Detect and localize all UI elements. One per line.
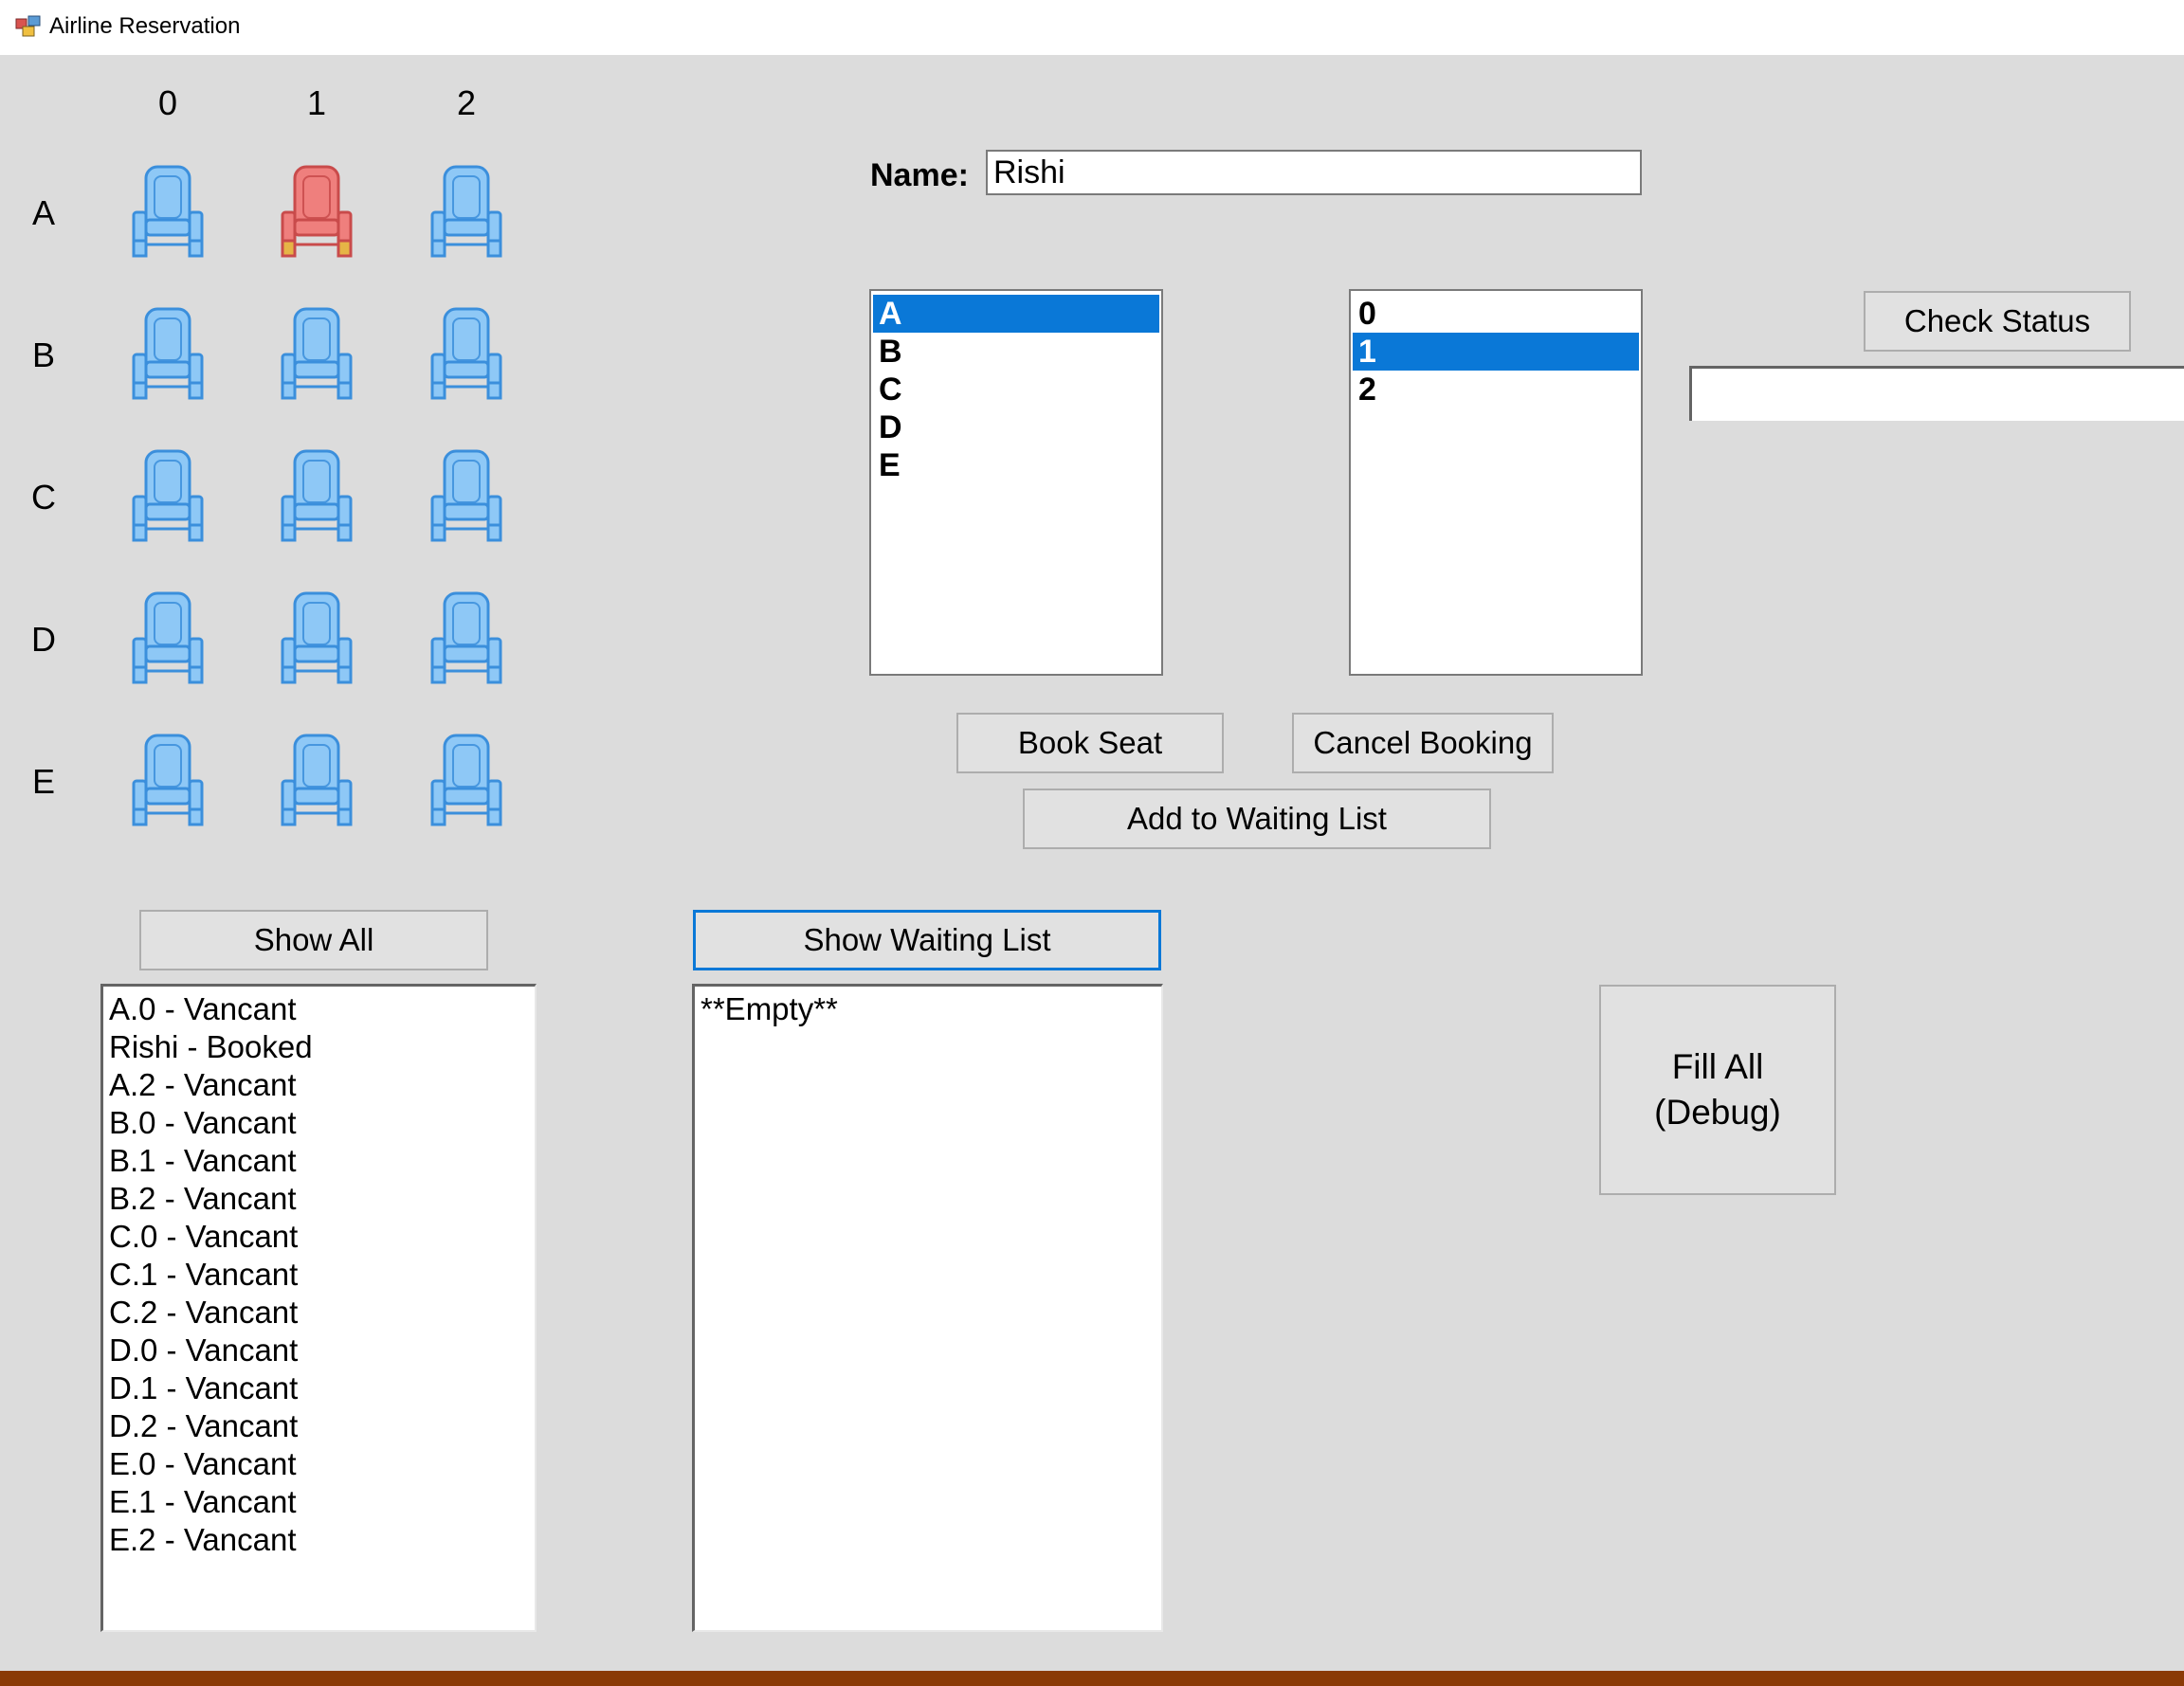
seat-status-listbox[interactable]: A.0 - Vancant Rishi - Booked A.2 - Vancant… bbox=[100, 984, 537, 1632]
seat-icon bbox=[430, 591, 502, 684]
seat-status-item[interactable]: C.0 - Vancant bbox=[107, 1218, 535, 1256]
seat-status-item[interactable]: E.0 - Vancant bbox=[107, 1445, 535, 1483]
seat-B-1-vacant[interactable] bbox=[279, 305, 355, 400]
column-list-item[interactable]: 0 bbox=[1353, 295, 1639, 333]
seat-icon bbox=[430, 307, 502, 400]
seat-icon bbox=[281, 449, 353, 542]
cancel-booking-button[interactable]: Cancel Booking bbox=[1292, 713, 1554, 773]
row-header-C: C bbox=[31, 478, 56, 517]
show-waiting-list-button[interactable]: Show Waiting List bbox=[693, 910, 1161, 970]
seat-E-0-vacant[interactable] bbox=[130, 732, 206, 826]
seat-status-item[interactable]: C.1 - Vancant bbox=[107, 1256, 535, 1294]
row-listbox[interactable]: ABCDE bbox=[869, 289, 1163, 676]
seat-status-item[interactable]: B.1 - Vancant bbox=[107, 1142, 535, 1180]
fill-all-line2: (Debug) bbox=[1654, 1093, 1781, 1132]
seat-A-1-booked[interactable] bbox=[279, 163, 355, 258]
title-bar: Airline Reservation bbox=[0, 0, 2184, 55]
seat-status-item[interactable]: D.1 - Vancant bbox=[107, 1369, 535, 1407]
row-header-A: A bbox=[31, 193, 55, 232]
seat-D-2-vacant[interactable] bbox=[428, 589, 504, 684]
seat-D-0-vacant[interactable] bbox=[130, 589, 206, 684]
seat-C-1-vacant[interactable] bbox=[279, 447, 355, 542]
show-all-button[interactable]: Show All bbox=[139, 910, 488, 970]
name-label: Name: bbox=[870, 157, 969, 193]
seat-status-item[interactable]: B.0 - Vancant bbox=[107, 1104, 535, 1142]
seat-icon bbox=[281, 734, 353, 826]
fill-all-debug-button[interactable]: Fill All (Debug) bbox=[1599, 985, 1836, 1195]
seat-icon bbox=[132, 449, 204, 542]
book-seat-button[interactable]: Book Seat bbox=[956, 713, 1224, 773]
seat-icon bbox=[281, 165, 353, 258]
seat-B-2-vacant[interactable] bbox=[428, 305, 504, 400]
check-status-button[interactable]: Check Status bbox=[1864, 291, 2131, 352]
row-list-item[interactable]: E bbox=[873, 446, 1159, 484]
seat-icon bbox=[132, 165, 204, 258]
fill-all-line1: Fill All bbox=[1671, 1047, 1764, 1086]
taskbar-edge bbox=[0, 1671, 2184, 1686]
seat-icon bbox=[430, 734, 502, 826]
row-header-D: D bbox=[31, 620, 56, 659]
seat-status-item[interactable]: A.0 - Vancant bbox=[107, 990, 535, 1028]
status-field[interactable] bbox=[1689, 366, 2184, 421]
waiting-list-item[interactable]: **Empty** bbox=[699, 990, 1161, 1028]
seat-A-0-vacant[interactable] bbox=[130, 163, 206, 258]
seat-status-item[interactable]: D.2 - Vancant bbox=[107, 1407, 535, 1445]
seat-E-1-vacant[interactable] bbox=[279, 732, 355, 826]
seat-status-item[interactable]: C.2 - Vancant bbox=[107, 1294, 535, 1332]
window-title: Airline Reservation bbox=[49, 13, 241, 39]
seat-B-0-vacant[interactable] bbox=[130, 305, 206, 400]
row-list-item[interactable]: C bbox=[873, 371, 1159, 408]
seat-C-0-vacant[interactable] bbox=[130, 447, 206, 542]
column-listbox[interactable]: 012 bbox=[1349, 289, 1643, 676]
seat-E-2-vacant[interactable] bbox=[428, 732, 504, 826]
seat-C-2-vacant[interactable] bbox=[428, 447, 504, 542]
column-list-item[interactable]: 1 bbox=[1353, 333, 1639, 371]
add-to-waiting-list-button[interactable]: Add to Waiting List bbox=[1023, 789, 1491, 849]
column-header-1: 1 bbox=[306, 83, 327, 122]
seat-status-item[interactable]: B.2 - Vancant bbox=[107, 1180, 535, 1218]
row-list-item[interactable]: A bbox=[873, 295, 1159, 333]
seat-status-item[interactable]: A.2 - Vancant bbox=[107, 1066, 535, 1104]
seat-icon bbox=[430, 165, 502, 258]
row-list-item[interactable]: B bbox=[873, 333, 1159, 371]
seat-status-item[interactable]: E.1 - Vancant bbox=[107, 1483, 535, 1521]
name-input[interactable] bbox=[986, 150, 1642, 195]
app-icon bbox=[15, 15, 42, 38]
seat-status-item[interactable]: D.0 - Vancant bbox=[107, 1332, 535, 1369]
seat-icon bbox=[281, 591, 353, 684]
column-header-0: 0 bbox=[157, 83, 178, 122]
seat-status-item[interactable]: Rishi - Booked bbox=[107, 1028, 535, 1066]
seat-icon bbox=[132, 734, 204, 826]
row-list-item[interactable]: D bbox=[873, 408, 1159, 446]
seat-D-1-vacant[interactable] bbox=[279, 589, 355, 684]
seat-status-item[interactable]: E.2 - Vancant bbox=[107, 1521, 535, 1559]
column-list-item[interactable]: 2 bbox=[1353, 371, 1639, 408]
seat-icon bbox=[132, 591, 204, 684]
row-header-B: B bbox=[31, 335, 55, 374]
column-header-2: 2 bbox=[456, 83, 477, 122]
waiting-listbox[interactable]: **Empty** bbox=[692, 984, 1163, 1632]
row-header-E: E bbox=[31, 762, 55, 801]
seat-icon bbox=[430, 449, 502, 542]
seat-A-2-vacant[interactable] bbox=[428, 163, 504, 258]
seat-icon bbox=[281, 307, 353, 400]
seat-icon bbox=[132, 307, 204, 400]
